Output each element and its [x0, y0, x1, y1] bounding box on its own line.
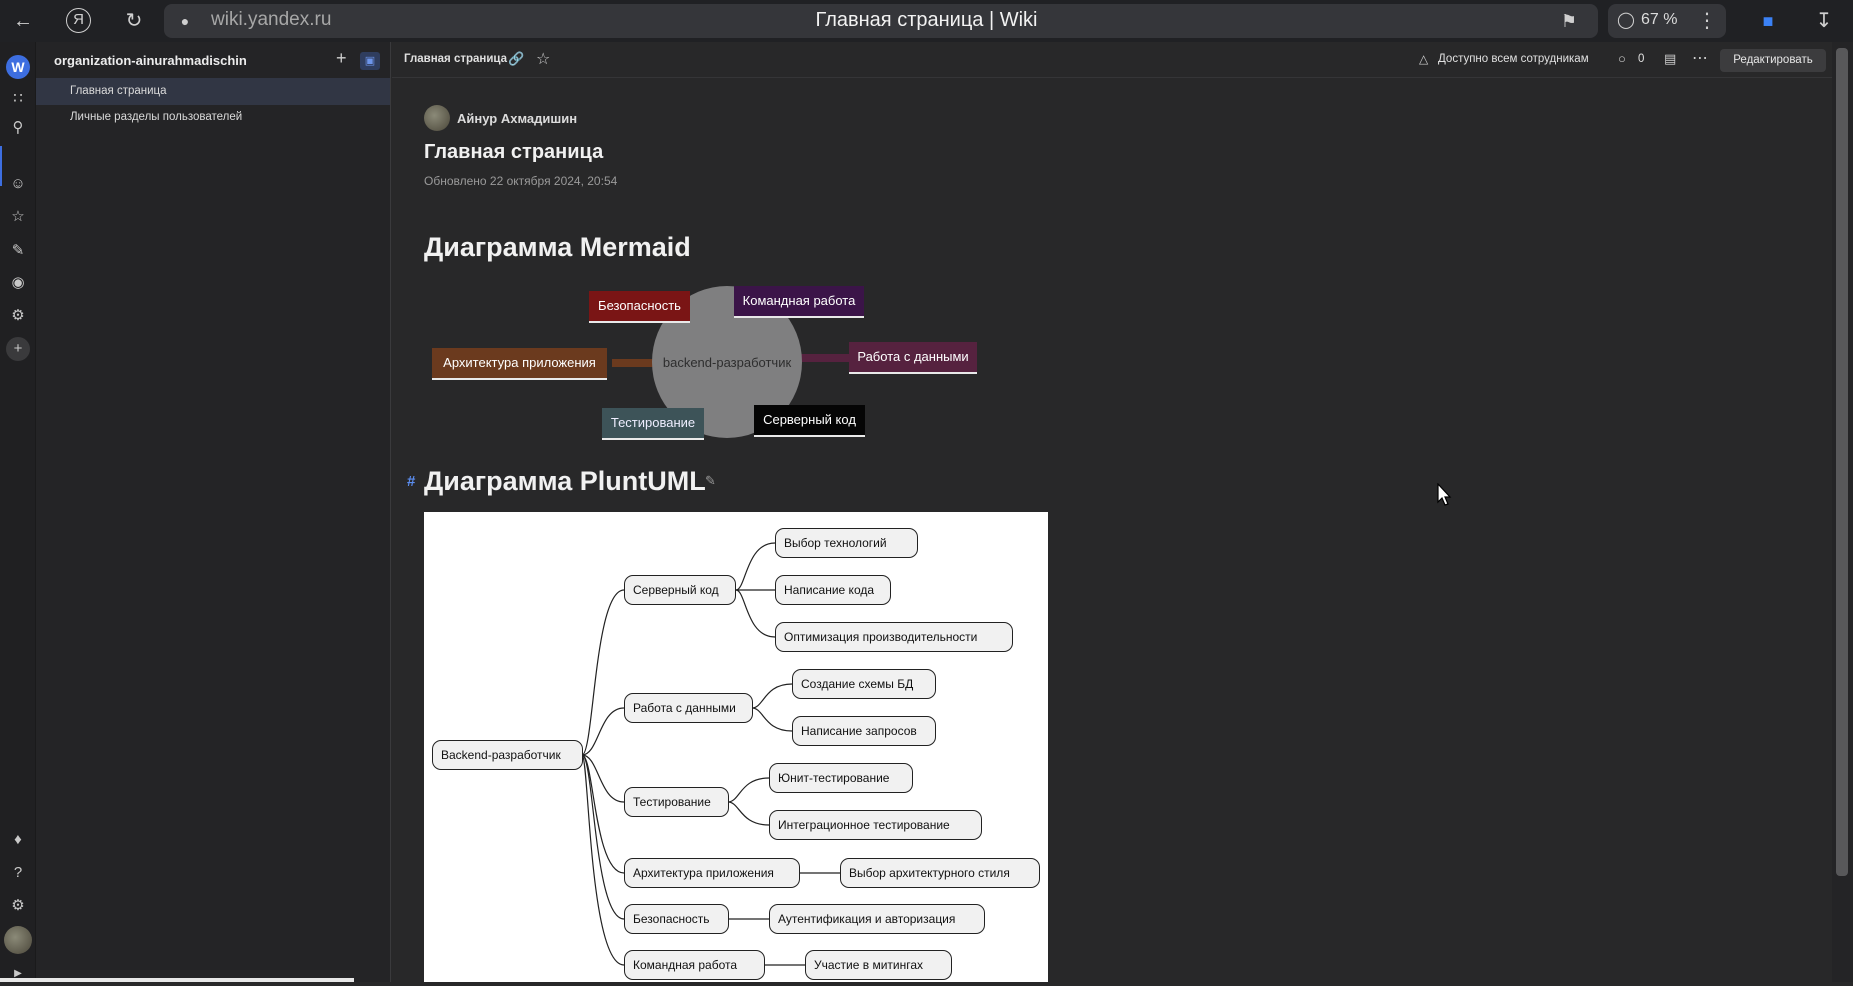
- plantuml-leaf-style: Выбор архитектурного стиля: [840, 858, 1040, 888]
- user-icon[interactable]: ☺: [6, 172, 30, 196]
- updated-timestamp: Обновлено 22 октября 2024, 20:54: [424, 174, 618, 188]
- mindmap-node-testing: Тестирование: [602, 408, 704, 440]
- mouse-cursor-icon: [1437, 483, 1452, 506]
- back-arrow-icon[interactable]: ←: [10, 8, 36, 34]
- plantuml-branch-teamwork: Командная работа: [624, 950, 765, 980]
- plantuml-branch-architecture: Архитектура приложения: [624, 858, 800, 888]
- search-icon[interactable]: ⚲: [6, 116, 30, 140]
- plantuml-leaf-unit: Юнит-тестирование: [769, 763, 913, 793]
- more-horizontal-icon[interactable]: ⋯: [1692, 48, 1708, 68]
- plantuml-branch-testing: Тестирование: [624, 787, 729, 817]
- reload-icon[interactable]: ↻: [121, 8, 147, 34]
- settings-icon[interactable]: ⚙: [6, 894, 30, 918]
- mindmap-center-label: backend-разработчик: [662, 355, 792, 370]
- table-of-contents-icon[interactable]: ▤: [1664, 51, 1676, 67]
- heading-anchor-link[interactable]: #: [407, 473, 415, 490]
- plantuml-branch-security: Безопасность: [624, 904, 729, 934]
- heading-plantuml: Диаграмма PluntUML: [424, 466, 706, 496]
- yandex-logo-icon[interactable]: Я: [66, 8, 91, 33]
- active-indicator: [0, 146, 2, 186]
- content-header: Главная страница 🔗 ☆ △ Доступно всем сот…: [392, 42, 1832, 78]
- author-avatar[interactable]: [424, 105, 450, 131]
- address-bar[interactable]: [164, 4, 1598, 38]
- favorite-star-icon[interactable]: ☆: [536, 49, 550, 69]
- copy-link-icon[interactable]: 🔗: [508, 51, 524, 67]
- edit-pencil-icon[interactable]: ✎: [705, 473, 716, 489]
- avatar[interactable]: [4, 926, 32, 954]
- workspace-avatar[interactable]: W: [6, 55, 30, 79]
- mindmap-node-data: Работа с данными: [849, 342, 977, 374]
- browser-toolbar: ← Я ↻ ● wiki.yandex.ru Главная страница …: [0, 0, 1853, 42]
- mindmap-node-security: Безопасность: [589, 291, 690, 323]
- sidebar-item-personal-sections[interactable]: Личные разделы пользователей: [36, 104, 390, 131]
- plantuml-branch-data: Работа с данными: [624, 693, 753, 723]
- url-text[interactable]: wiki.yandex.ru: [211, 9, 331, 31]
- download-icon[interactable]: ↧: [1811, 8, 1837, 34]
- apps-grid-icon[interactable]: ∷: [6, 87, 30, 111]
- star-icon[interactable]: ☆: [6, 205, 30, 229]
- comment-icon[interactable]: ◯: [1613, 8, 1639, 34]
- expand-icon[interactable]: ▶: [6, 962, 30, 986]
- sidebar-toggle-icon[interactable]: ▣: [360, 52, 380, 70]
- user-edit-icon[interactable]: ✎: [6, 239, 30, 263]
- user-settings-icon[interactable]: ⚙: [6, 304, 30, 328]
- more-vertical-icon[interactable]: ⋮: [1694, 8, 1720, 34]
- edit-button[interactable]: Редактировать: [1720, 49, 1826, 72]
- plantuml-leaf-integration: Интеграционное тестирование: [769, 810, 982, 840]
- heading-mermaid: Диаграмма Mermaid: [424, 232, 691, 262]
- plantuml-leaf-queries: Написание запросов: [792, 716, 936, 746]
- help-icon[interactable]: ?: [6, 861, 30, 885]
- zoom-level[interactable]: 67 %: [1641, 11, 1677, 29]
- mindmap-node-architecture: Архитектура приложения: [432, 348, 607, 380]
- add-page-icon[interactable]: +: [336, 48, 347, 69]
- plantuml-leaf-tech: Выбор технологий: [775, 528, 918, 558]
- mindmap-node-teamwork: Командная работа: [734, 286, 864, 318]
- eye-icon[interactable]: ◉: [6, 271, 30, 295]
- lock-icon[interactable]: ●: [172, 8, 198, 34]
- plantuml-leaf-coding: Написание кода: [775, 575, 891, 605]
- plantuml-leaf-optimization: Оптимизация производительности: [775, 622, 1013, 652]
- plantuml-branch-server: Серверный код: [624, 575, 736, 605]
- page-title: Главная страница: [424, 141, 604, 163]
- extension-icon[interactable]: ■: [1755, 8, 1781, 34]
- plantuml-root-node: Backend-разработчик: [432, 740, 583, 770]
- icon-rail: W ∷ ⚲ ☺ ☆ ✎ ◉ ⚙ + ♦ ? ⚙ ▶: [0, 42, 36, 982]
- sidebar: organization-ainurahmadischin + ▣ Главна…: [36, 42, 391, 982]
- breadcrumb[interactable]: Главная страница: [404, 53, 507, 65]
- horizontal-scroll-indicator: [0, 978, 354, 982]
- comments-icon[interactable]: ○: [1618, 51, 1626, 66]
- organization-name[interactable]: organization-ainurahmadischin: [54, 53, 247, 68]
- sidebar-item-main-page[interactable]: Главная страница: [36, 78, 390, 105]
- mindmap-node-server: Серверный код: [754, 405, 865, 437]
- bell-icon[interactable]: ♦: [6, 828, 30, 852]
- plus-icon[interactable]: +: [6, 337, 30, 361]
- plantuml-leaf-schema: Создание схемы БД: [792, 669, 936, 699]
- author-name[interactable]: Айнур Ахмадишин: [457, 111, 577, 126]
- plantuml-leaf-auth: Аутентификация и авторизация: [769, 904, 985, 934]
- plantuml-leaf-meetings: Участие в митингах: [805, 950, 952, 980]
- plantuml-diagram: Backend-разработчик Серверный код Работа…: [424, 512, 1048, 982]
- bookmark-icon[interactable]: ⚑: [1556, 8, 1582, 34]
- access-status[interactable]: Доступно всем сотрудникам: [1438, 53, 1589, 65]
- comments-count[interactable]: 0: [1638, 53, 1644, 65]
- access-lock-icon: △: [1419, 52, 1429, 66]
- vertical-scrollbar-thumb[interactable]: [1836, 48, 1848, 876]
